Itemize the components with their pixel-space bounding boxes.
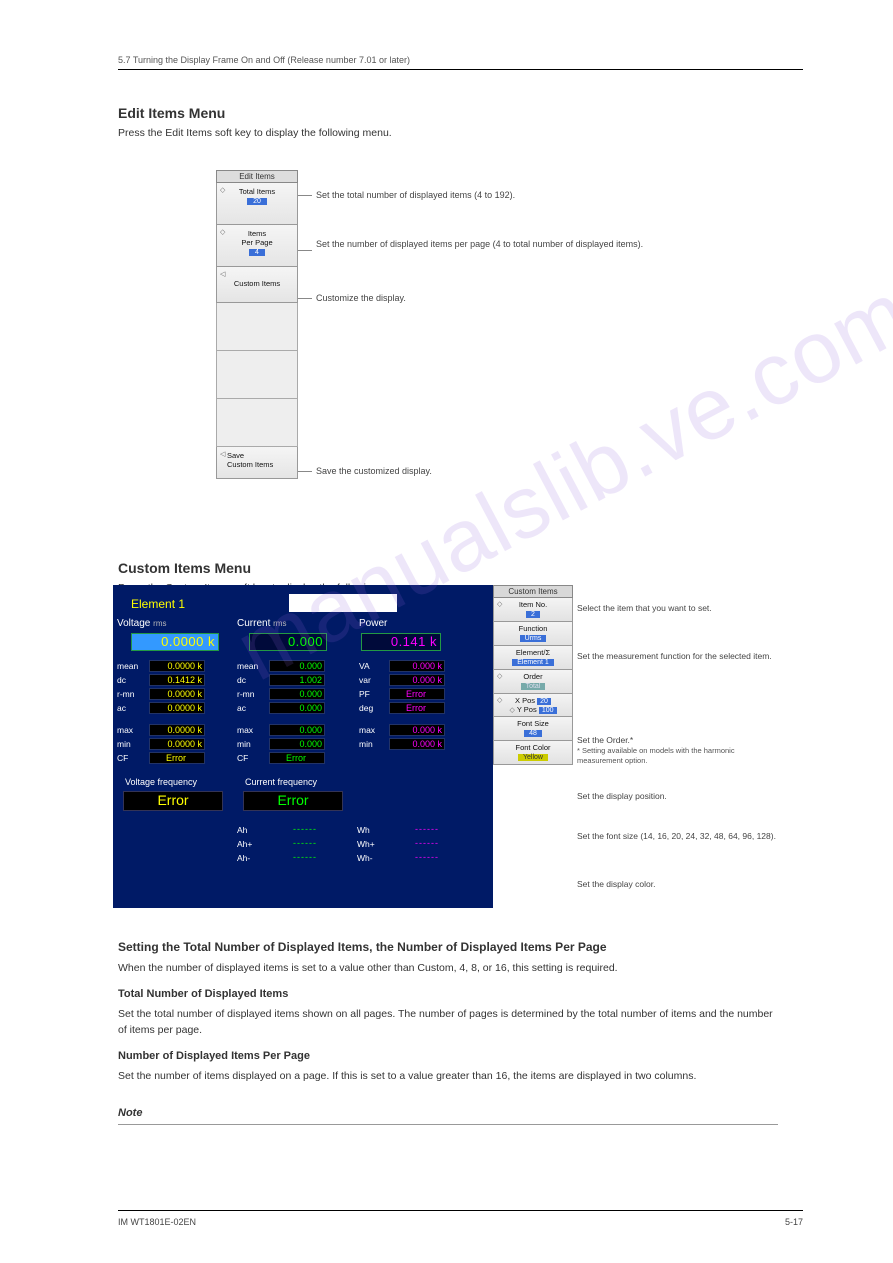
- body-h1: Setting the Total Number of Displayed It…: [118, 938, 778, 957]
- note-heading: Note: [118, 1105, 778, 1122]
- diamond-icon: ◇: [497, 672, 502, 680]
- edit-items-header: Edit Items: [216, 170, 298, 183]
- font-color-item[interactable]: Font ColorYellow: [493, 741, 573, 765]
- caption-custom-items: Customize the display.: [316, 293, 406, 303]
- body-p2: Set the total number of displayed items …: [118, 1006, 778, 1039]
- current-freq-value: Error: [243, 791, 343, 811]
- page-footer: IM WT1801E-02EN 5-17: [0, 1210, 893, 1227]
- voltage-freq-label: Voltage frequency: [125, 777, 197, 787]
- custom-items-label: Custom Items: [234, 279, 280, 288]
- footer-page-number: 5-17: [785, 1217, 803, 1227]
- power-header: Power: [359, 618, 387, 629]
- header-rule: [118, 69, 803, 70]
- blank-slot: [216, 399, 298, 447]
- caption-item-no: Select the item that you want to set.: [577, 603, 767, 613]
- power-main-value: 0.141 k: [361, 633, 441, 651]
- section-edit-items-title: Edit Items Menu: [118, 105, 803, 121]
- voltage-header: Voltage rms: [117, 618, 166, 629]
- current-header: Current rms: [237, 618, 286, 629]
- edit-items-menu: Edit Items ◇ Total Items 20 ◇ Items Per …: [216, 170, 298, 479]
- items-per-page-value: 4: [249, 249, 265, 256]
- caption-position: Set the display position.: [577, 791, 737, 801]
- save-custom-items-label: Save Custom Items: [227, 451, 273, 469]
- blank-overlay: [289, 594, 397, 612]
- item-no-item[interactable]: ◇Item No.2: [493, 598, 573, 622]
- custom-items-menu-title: Custom Items Menu: [118, 560, 410, 576]
- caption-order: Set the Order.** Setting available on mo…: [577, 735, 747, 765]
- section-edit-items-intro: Press the Edit Items soft key to display…: [118, 127, 803, 139]
- header-note: 5.7 Turning the Display Frame On and Off…: [118, 55, 803, 65]
- caption-function-group: Set the measurement function for the sel…: [577, 651, 777, 661]
- custom-items-item[interactable]: ◁ Custom Items: [216, 267, 298, 303]
- current-freq-label: Current frequency: [245, 777, 317, 787]
- font-size-item[interactable]: Font Size48: [493, 717, 573, 741]
- diamond-icon: ◇: [220, 228, 225, 236]
- body-h2: Total Number of Displayed Items: [118, 986, 778, 1003]
- caption-items-per-page: Set the number of displayed items per pa…: [316, 239, 746, 249]
- items-per-page-item[interactable]: ◇ Items Per Page 4: [216, 225, 298, 267]
- diamond-icon: ◇: [220, 186, 225, 194]
- body-h3: Number of Displayed Items Per Page: [118, 1048, 778, 1065]
- element-label: Element 1: [131, 597, 185, 611]
- diamond-icon: ◇: [497, 600, 502, 608]
- instrument-display: Element 1 Voltage rms Current rms Power …: [113, 585, 493, 908]
- items-per-page-label: Items Per Page: [241, 229, 272, 247]
- total-items-item[interactable]: ◇ Total Items 20: [216, 183, 298, 225]
- total-items-value: 20: [247, 198, 267, 205]
- voltage-freq-value: Error: [123, 791, 223, 811]
- footer-model: IM WT1801E-02EN: [118, 1217, 196, 1227]
- caption-save-custom: Save the customized display.: [316, 466, 432, 476]
- current-main-value: 0.000: [249, 633, 327, 651]
- blank-slot: [216, 351, 298, 399]
- element-sigma-item[interactable]: Element/ΣElement 1: [493, 646, 573, 670]
- triangle-icon: ◁: [220, 270, 225, 278]
- save-custom-items-item[interactable]: ◁ Save Custom Items: [216, 447, 298, 479]
- order-item[interactable]: ◇OrderTotal: [493, 670, 573, 694]
- body-text: Setting the Total Number of Displayed It…: [118, 928, 778, 1125]
- position-item[interactable]: ◇X Pos 20 ◇ Y Pos 100: [493, 694, 573, 717]
- custom-items-side-menu: Custom Items ◇Item No.2 FunctionUrms Ele…: [493, 585, 573, 765]
- blank-slot: [216, 303, 298, 351]
- triangle-icon: ◁: [220, 450, 225, 458]
- caption-font-size: Set the font size (14, 16, 20, 24, 32, 4…: [577, 831, 777, 841]
- total-items-label: Total Items: [239, 187, 275, 196]
- body-p1: When the number of displayed items is se…: [118, 960, 778, 976]
- caption-font-color: Set the display color.: [577, 879, 737, 889]
- custom-items-side-header: Custom Items: [493, 585, 573, 598]
- function-item[interactable]: FunctionUrms: [493, 622, 573, 646]
- body-p3: Set the number of items displayed on a p…: [118, 1068, 778, 1084]
- diamond-icon: ◇: [497, 696, 502, 704]
- caption-total-items: Set the total number of displayed items …: [316, 190, 716, 200]
- voltage-main-value[interactable]: 0.0000 k: [131, 633, 219, 651]
